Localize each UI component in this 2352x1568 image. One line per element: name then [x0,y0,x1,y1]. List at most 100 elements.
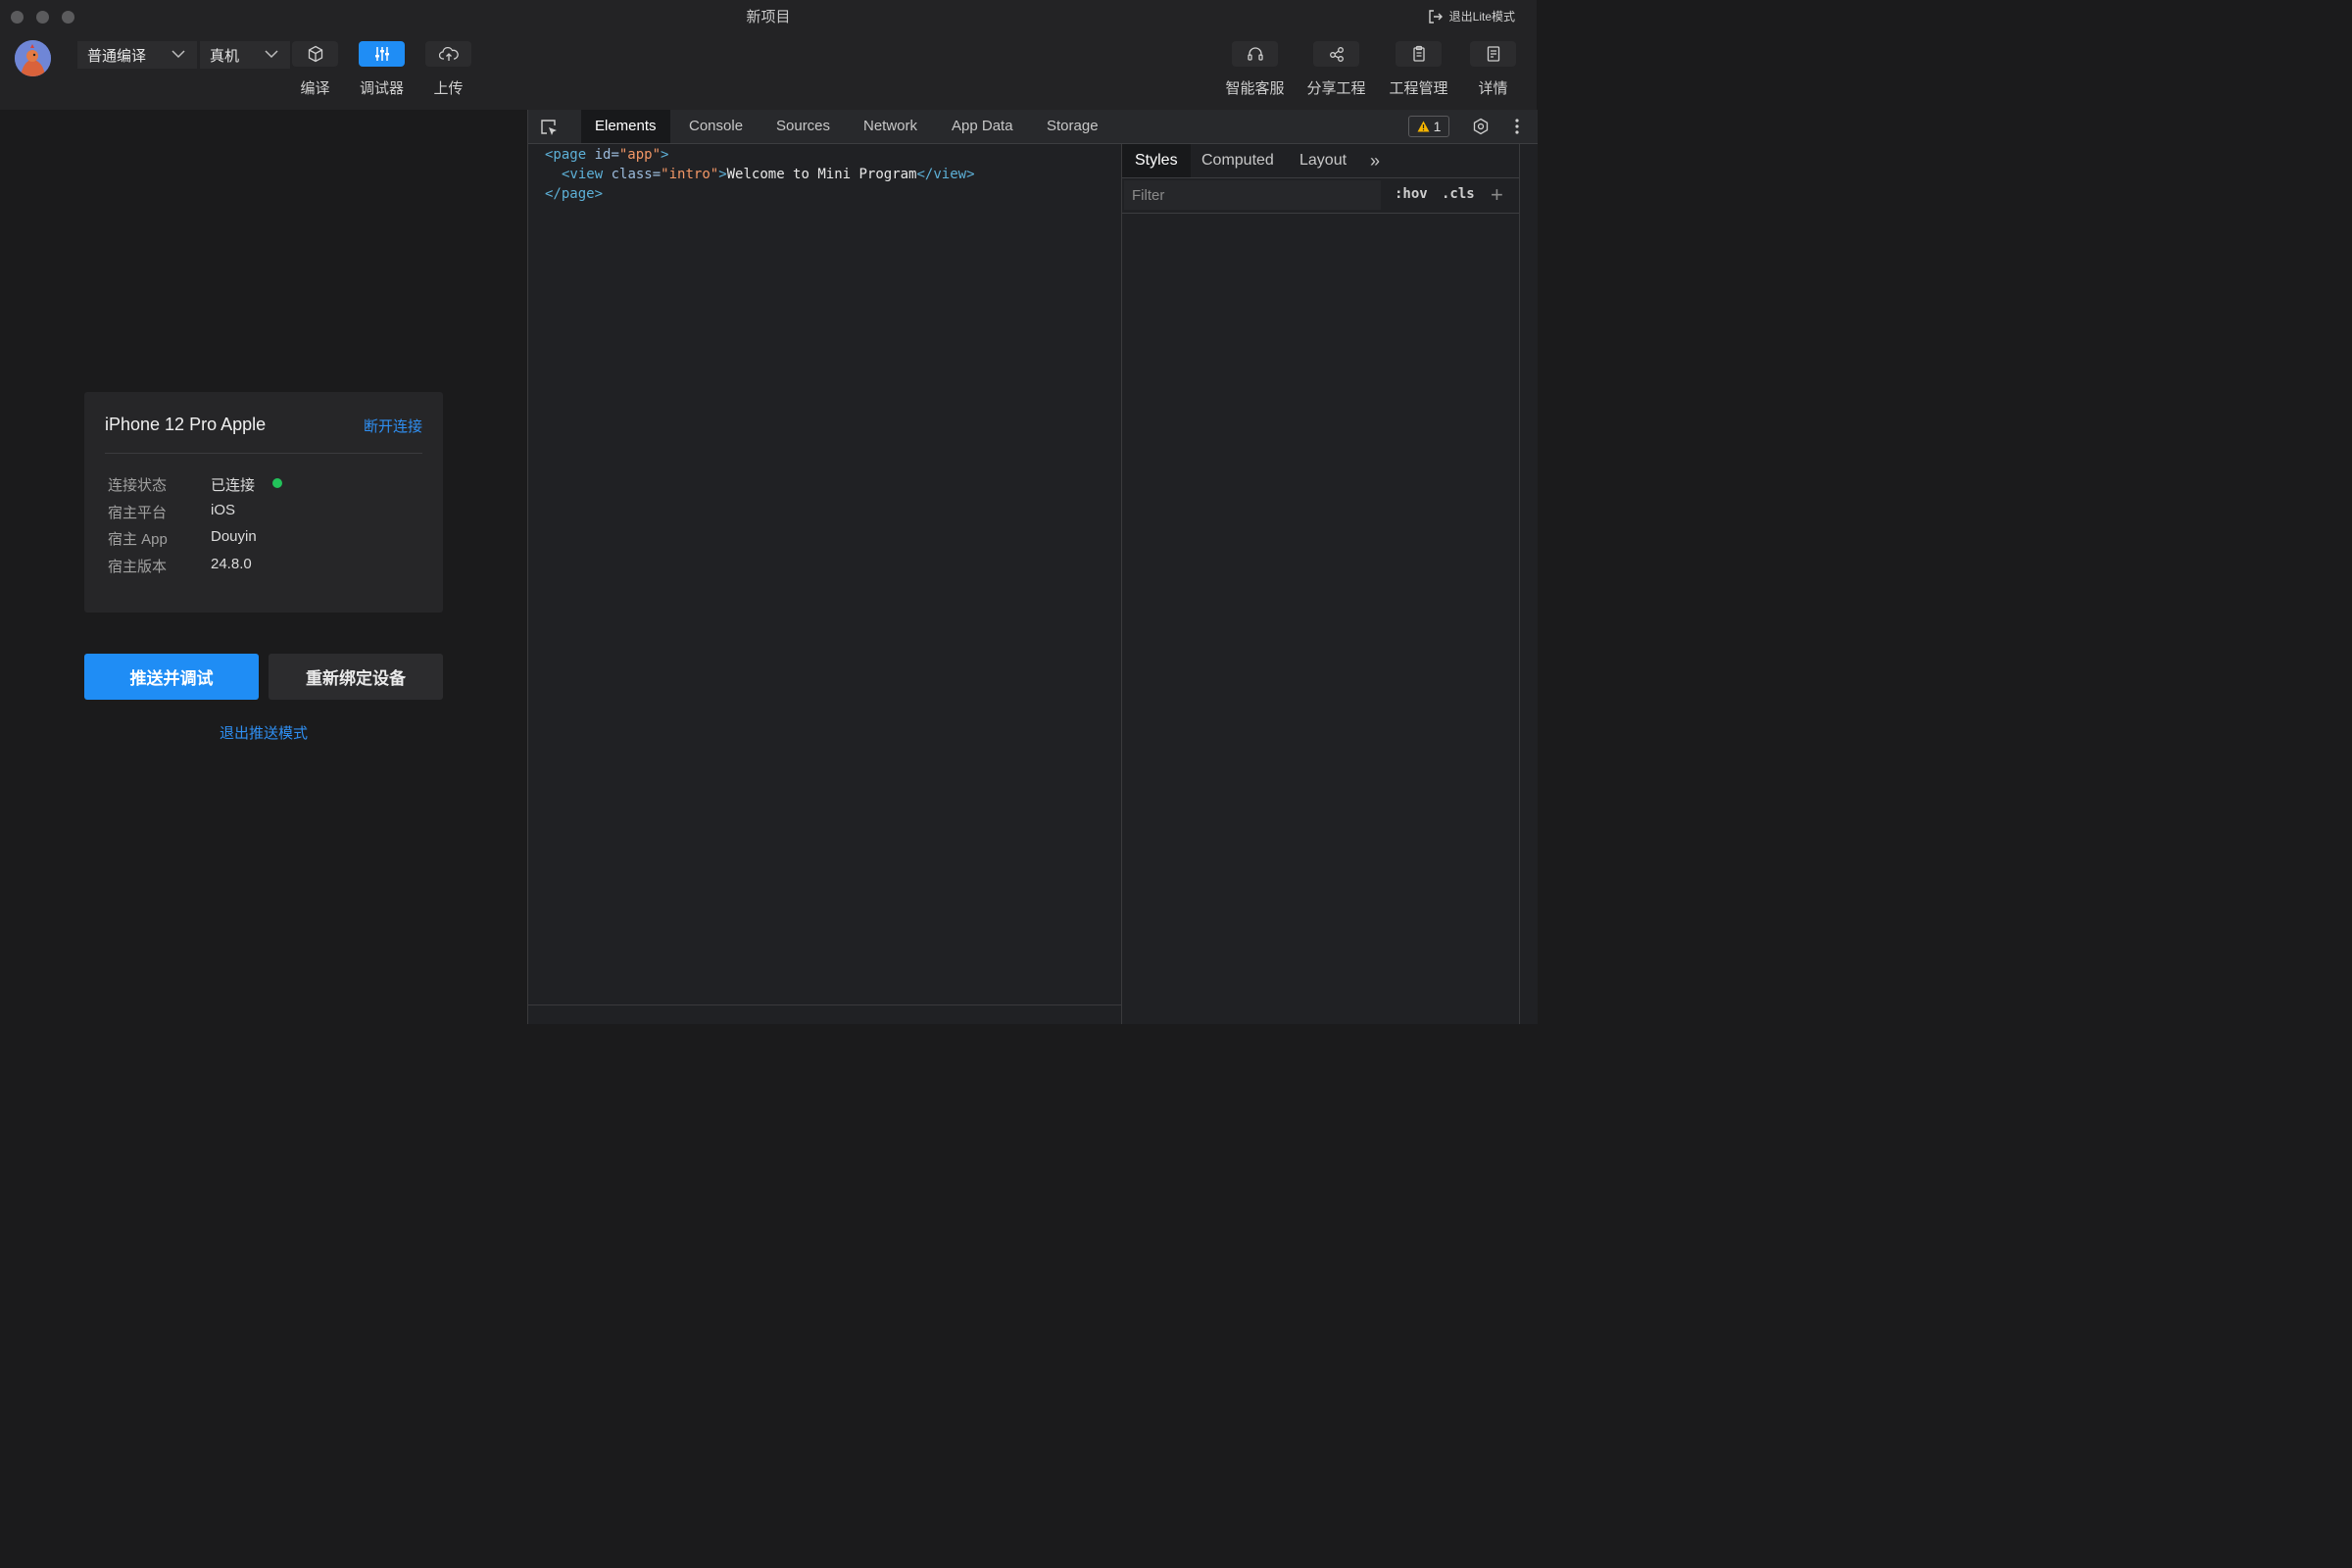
project-management-button[interactable] [1396,41,1442,67]
compile-button[interactable] [292,41,338,67]
device-mode-dropdown[interactable]: 真机 [200,41,290,69]
warning-icon [1417,121,1430,132]
compile-mode-dropdown[interactable]: 普通编译 [77,41,197,69]
window-title: 新项目 [746,9,791,25]
debugger-label: 调试器 [359,80,404,97]
info-row-host-platform: 宿主平台 iOS [108,502,235,522]
tab-sources[interactable]: Sources [762,110,844,143]
text-node: Welcome to Mini Program [726,167,917,182]
info-row-connection-status: 连接状态 已连接 [108,474,283,495]
attr-value: "app" [618,147,662,163]
dom-node-page[interactable]: <page id="app"> [545,147,668,163]
compile-label: 编译 [300,80,330,97]
toolbar: 普通编译 真机 编译 调试器 上传 智能客服 分享工程 工程管理 详情 [0,33,1537,110]
device-card: iPhone 12 Pro Apple 断开连接 连接状态 已连接 宿主平台 i… [84,392,443,612]
title-bar: 新项目 退出Lite模式 [0,0,1537,33]
hov-toggle[interactable]: :hov [1395,186,1428,202]
sliders-icon [374,47,389,61]
tab-styles[interactable]: Styles [1122,144,1191,177]
divider [105,453,422,454]
tag-close: > [661,147,669,163]
tab-app-data[interactable]: App Data [938,110,1027,143]
info-key: 宿主 App [108,531,168,548]
tag-open: <view [562,167,604,182]
details-button[interactable] [1470,41,1516,67]
exit-icon [1428,9,1443,24]
smart-support-button[interactable] [1232,41,1278,67]
cursor-select-icon [541,120,557,135]
styles-filter-input[interactable] [1124,180,1381,210]
clipboard-icon [1412,45,1425,62]
warning-count: 1 [1433,119,1442,134]
attr-value: "intro" [661,167,719,182]
tag-end: </page> [545,186,604,202]
share-project-button[interactable] [1313,41,1359,67]
tag-close: > [718,167,727,182]
status-dot [272,478,283,488]
devtools-more-menu[interactable] [1510,118,1524,140]
disconnect-link[interactable]: 断开连接 [364,416,422,436]
tab-layout[interactable]: Layout [1287,144,1359,177]
divider [1519,144,1520,1024]
tab-elements[interactable]: Elements [581,110,670,143]
info-key: 宿主平台 [108,505,168,521]
filter-row: :hov .cls + [1122,178,1519,214]
add-style-rule-button[interactable]: + [1491,182,1503,208]
gear-icon [1473,118,1489,135]
more-vertical-icon [1515,119,1519,134]
compile-mode-label: 普通编译 [87,47,147,65]
info-value: 已连接 [211,477,256,494]
attr-name: class= [603,167,662,182]
cloud-upload-icon [438,46,459,61]
chevron-down-icon [265,50,278,59]
headset-icon [1247,47,1263,61]
info-row-host-app: 宿主 App Douyin [108,528,257,549]
document-icon [1487,46,1499,62]
cube-icon [308,45,322,63]
info-value: 24.8.0 [211,556,252,572]
rebind-device-button[interactable]: 重新绑定设备 [269,654,443,700]
device-panel: iPhone 12 Pro Apple 断开连接 连接状态 已连接 宿主平台 i… [0,110,527,1024]
inspect-element-button[interactable] [539,118,559,142]
project-management-label: 工程管理 [1389,80,1448,97]
exit-lite-label: 退出Lite模式 [1448,10,1515,24]
dom-node-view[interactable]: <view class="intro">Welcome to Mini Prog… [562,167,975,182]
smart-support-label: 智能客服 [1225,80,1285,97]
tab-storage[interactable]: Storage [1033,110,1112,143]
tag-end: </view> [916,167,975,182]
tab-network[interactable]: Network [850,110,931,143]
devtools-tab-bar: Elements Console Sources Network App Dat… [528,110,1538,144]
push-and-debug-button[interactable]: 推送并调试 [84,654,259,700]
info-key: 宿主版本 [108,559,168,575]
tab-computed[interactable]: Computed [1189,144,1287,177]
styles-tab-bar: Styles Computed Layout » [1122,144,1519,178]
upload-label: 上传 [433,80,464,97]
device-name: iPhone 12 Pro Apple [105,415,267,434]
tag-open: <page [545,147,587,163]
device-mode-label: 真机 [210,47,240,65]
dom-node-page-close[interactable]: </page> [545,186,603,202]
info-value: iOS [211,502,236,518]
avatar-image [15,40,51,76]
attr-name: id= [586,147,619,163]
exit-lite-button[interactable]: 退出Lite模式 [1428,8,1515,24]
avatar[interactable] [15,40,51,76]
share-project-label: 分享工程 [1306,80,1366,97]
exit-push-mode-link[interactable]: 退出推送模式 [84,722,443,743]
info-key: 连接状态 [108,477,168,494]
cls-toggle[interactable]: .cls [1442,186,1475,202]
details-label: 详情 [1478,80,1508,97]
chevron-down-icon [172,50,185,59]
info-row-host-version: 宿主版本 24.8.0 [108,556,252,576]
share-icon [1329,47,1344,62]
styles-sidebar: Styles Computed Layout » :hov .cls + [1121,144,1538,1024]
warnings-badge[interactable]: 1 [1408,116,1449,137]
info-value: Douyin [211,528,257,545]
elements-tree: <page id="app"> <view class="intro">Welc… [528,144,1121,1004]
upload-button[interactable] [425,41,471,67]
tab-console[interactable]: Console [675,110,757,143]
more-tabs-button[interactable]: » [1357,144,1393,177]
devtools-panel: Elements Console Sources Network App Dat… [527,110,1538,1024]
debugger-button[interactable] [359,41,405,67]
devtools-settings-button[interactable] [1472,118,1490,140]
